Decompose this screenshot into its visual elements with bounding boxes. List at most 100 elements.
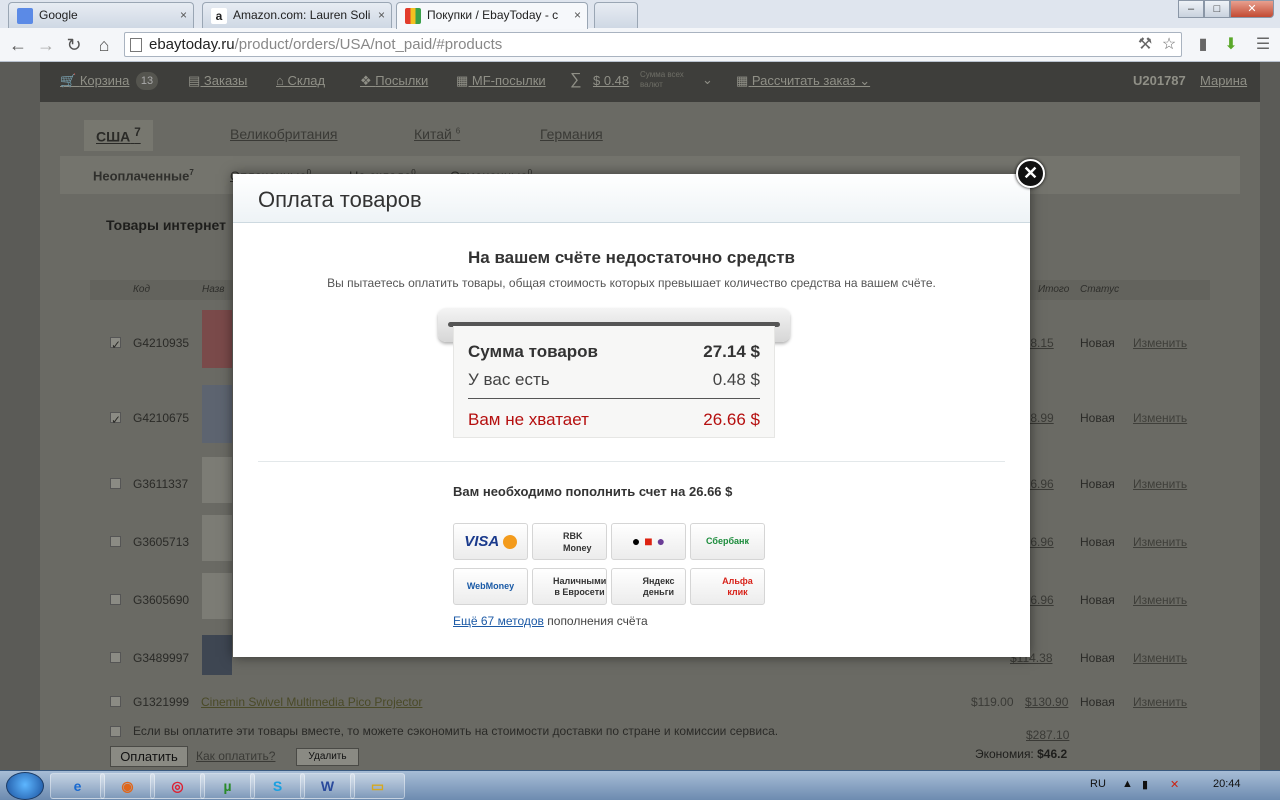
- row-code: G4210935: [133, 336, 190, 350]
- forward-arrow-icon[interactable]: →: [34, 33, 58, 57]
- tab-google[interactable]: Google ×: [8, 2, 194, 28]
- download-arrow-icon[interactable]: ⬇: [1220, 34, 1242, 56]
- mastercard-icon: [502, 535, 517, 550]
- tab-amazon[interactable]: a Amazon.com: Lauren Soli ×: [202, 2, 392, 28]
- row-edit-link[interactable]: Изменить: [1133, 535, 1187, 549]
- chrome-icon[interactable]: ◎: [150, 773, 205, 799]
- product-thumbnail[interactable]: [202, 310, 232, 368]
- star-icon[interactable]: ☆: [1158, 34, 1180, 56]
- menu-icon[interactable]: ☰: [1252, 34, 1274, 56]
- minimize-button[interactable]: –: [1178, 0, 1204, 18]
- start-button[interactable]: [6, 772, 44, 800]
- balance-link[interactable]: $ 0.48: [593, 73, 629, 88]
- row-checkbox[interactable]: [110, 536, 121, 547]
- orders-link[interactable]: ▤ Заказы: [188, 73, 247, 89]
- signal-bars-icon[interactable]: ▮: [1192, 34, 1214, 56]
- row-checkbox[interactable]: [110, 652, 121, 663]
- row-edit-link[interactable]: Изменить: [1133, 695, 1187, 709]
- row-status: Новая: [1080, 336, 1115, 350]
- row-edit-link[interactable]: Изменить: [1133, 593, 1187, 607]
- tab-usa[interactable]: США 7: [84, 120, 153, 151]
- beeline-icon: ●: [631, 533, 641, 549]
- tab-uk[interactable]: Великобритания: [230, 126, 338, 142]
- mobile-operators-method[interactable]: ● ■ ●: [611, 523, 686, 560]
- tab-germany[interactable]: Германия: [540, 126, 603, 142]
- reload-icon[interactable]: ↻: [62, 33, 86, 57]
- tab-china[interactable]: Китай 6: [414, 126, 460, 142]
- calculate-order-link[interactable]: ▦ Рассчитать заказ ⌄: [736, 73, 870, 89]
- close-tab-icon[interactable]: ×: [378, 8, 385, 22]
- close-tab-icon[interactable]: ×: [574, 8, 581, 22]
- user-name-link[interactable]: Марина: [1200, 73, 1247, 88]
- chevron-down-icon[interactable]: ⌄: [702, 72, 713, 88]
- mf-parcels-link[interactable]: ▦ MF-посылки: [456, 73, 546, 89]
- extension-icon[interactable]: ⚒: [1134, 34, 1156, 56]
- list-heading: Товары интернет: [106, 217, 226, 233]
- window-close-button[interactable]: ✕: [1230, 0, 1274, 18]
- volume-muted-icon[interactable]: ✕: [1170, 778, 1179, 791]
- utorrent-icon[interactable]: µ: [200, 773, 255, 799]
- tray-arrow-icon[interactable]: ▲: [1122, 778, 1133, 790]
- google-icon: [17, 8, 33, 24]
- network-icon[interactable]: ▮: [1142, 778, 1148, 791]
- row-checkbox[interactable]: [110, 478, 121, 489]
- close-tab-icon[interactable]: ×: [180, 8, 187, 22]
- euroset-method[interactable]: Наличными в Евросети: [532, 568, 607, 605]
- visa-mastercard-method[interactable]: VISA: [453, 523, 528, 560]
- row-checkbox[interactable]: ✓: [110, 337, 121, 352]
- parcels-link[interactable]: ❖ Посылки: [360, 73, 428, 89]
- sum-total[interactable]: $287.10: [1026, 728, 1069, 742]
- how-to-pay-link[interactable]: Как оплатить?: [196, 749, 275, 763]
- warehouse-label: Склад: [287, 73, 326, 88]
- row-checkbox[interactable]: [110, 594, 121, 605]
- word-icon[interactable]: W: [300, 773, 355, 799]
- tab-not-paid[interactable]: Неоплаченные7: [93, 168, 194, 183]
- webmoney-method[interactable]: WebMoney: [453, 568, 528, 605]
- language-indicator[interactable]: RU: [1090, 778, 1106, 790]
- address-bar[interactable]: ebaytoday.ru/product/orders/USA/not_paid…: [124, 32, 1182, 57]
- delete-button[interactable]: Удалить: [296, 748, 359, 766]
- back-arrow-icon[interactable]: ←: [6, 33, 30, 57]
- rbk-money-method[interactable]: RBK Money: [532, 523, 607, 560]
- product-thumbnail[interactable]: [202, 635, 232, 675]
- row-edit-link[interactable]: Изменить: [1133, 411, 1187, 425]
- sberbank-method[interactable]: Сбербанк: [690, 523, 765, 560]
- method-label: WebMoney: [466, 581, 515, 591]
- home-icon[interactable]: ⌂: [92, 33, 116, 57]
- cart-link[interactable]: 🛒 Корзина: [60, 73, 129, 89]
- product-thumbnail[interactable]: [202, 385, 232, 443]
- warehouse-link[interactable]: ⌂ Склад: [276, 73, 325, 88]
- row-checkbox[interactable]: [110, 696, 121, 707]
- firefox-icon[interactable]: ◉: [100, 773, 155, 799]
- pay-button[interactable]: Оплатить: [110, 746, 188, 767]
- row-edit-link[interactable]: Изменить: [1133, 336, 1187, 350]
- clock[interactable]: 20:44: [1213, 778, 1241, 790]
- skype-icon[interactable]: S: [250, 773, 305, 799]
- url-host: ebaytoday.ru: [149, 36, 235, 53]
- product-thumbnail[interactable]: [202, 457, 232, 503]
- product-thumbnail[interactable]: [202, 515, 232, 561]
- more-methods-link[interactable]: Ещё 67 методов: [453, 614, 544, 628]
- row-total[interactable]: $130.90: [1025, 695, 1068, 709]
- modal-close-button[interactable]: ✕: [1016, 159, 1045, 188]
- receipt-lack-value: 26.66 $: [703, 410, 760, 429]
- receipt-have-value: 0.48 $: [712, 370, 760, 389]
- combine-checkbox[interactable]: [110, 726, 121, 737]
- tab-title: Google: [39, 8, 78, 22]
- product-thumbnail[interactable]: [202, 573, 232, 619]
- row-edit-link[interactable]: Изменить: [1133, 651, 1187, 665]
- row-edit-link[interactable]: Изменить: [1133, 477, 1187, 491]
- row-product-name[interactable]: Cinemin Swivel Multimedia Pico Projector: [201, 695, 422, 709]
- row-code: G3605713: [133, 535, 190, 549]
- explorer-icon[interactable]: ▭: [350, 773, 405, 799]
- new-tab-button[interactable]: [594, 2, 638, 28]
- method-label: Наличными в Евросети: [553, 576, 607, 597]
- sigma-icon: ∑: [570, 71, 582, 88]
- alfa-click-method[interactable]: Альфа клик: [690, 568, 765, 605]
- tab-label: Неоплаченные: [93, 168, 190, 184]
- yandex-money-method[interactable]: Яндекс деньги: [611, 568, 686, 605]
- maximize-button[interactable]: □: [1204, 0, 1230, 18]
- row-checkbox[interactable]: ✓: [110, 412, 121, 427]
- tab-ebaytoday[interactable]: Покупки / EbayToday - с ×: [396, 2, 588, 29]
- ie-icon[interactable]: e: [50, 773, 105, 799]
